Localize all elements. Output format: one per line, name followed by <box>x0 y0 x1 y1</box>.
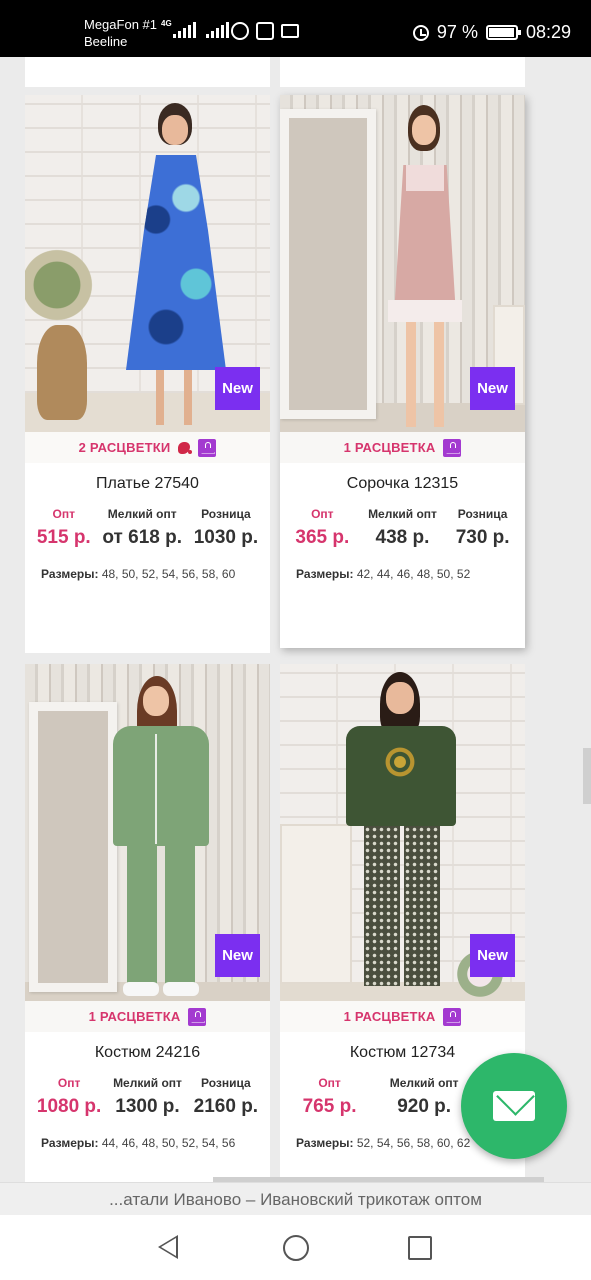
signal-icon-1 <box>173 22 196 38</box>
price-label-opt: Опт <box>52 507 76 521</box>
price-small-opt: от 618 р. <box>102 527 182 548</box>
product-card[interactable]: New 2 РАСЦВЕТКИ Платье 27540 Опт 515 р. … <box>25 95 270 653</box>
new-badge: New <box>215 934 260 977</box>
mail-icon <box>493 1091 535 1121</box>
price-opt: 765 р. <box>302 1096 357 1117</box>
hanger-icon <box>443 438 462 457</box>
hanger-icon <box>188 1007 207 1026</box>
sizes: Размеры: 42, 44, 46, 48, 50, 52 <box>296 567 525 581</box>
price-small-opt: 438 р. <box>375 527 430 548</box>
price-opt: 515 р. <box>36 527 91 548</box>
sizes-list: 48, 50, 52, 54, 56, 58, 60 <box>101 567 236 581</box>
page-title-bar[interactable]: ...атали Иваново – Ивановский трикотаж о… <box>0 1182 591 1215</box>
sizes-label: Размеры: <box>41 567 99 581</box>
product-image[interactable]: New 1 РАСЦВЕТКА <box>280 664 525 1032</box>
price-opt: 1080 р. <box>36 1096 102 1117</box>
sizes: Размеры: 44, 46, 48, 50, 52, 54, 56 <box>41 1136 270 1150</box>
new-badge: New <box>470 367 515 410</box>
status-right: 97 % 08:29 <box>412 22 571 43</box>
model-figure <box>93 674 223 1009</box>
price-label-small-opt: Мелкий опт <box>368 507 437 521</box>
back-icon[interactable] <box>158 1235 178 1259</box>
clock: 08:29 <box>525 22 571 42</box>
carrier-2: Beeline <box>84 34 128 49</box>
price-label-opt: Опт <box>57 1076 81 1090</box>
price-label-opt: Опт <box>311 507 334 521</box>
product-grid: New 2 РАСЦВЕТКИ Платье 27540 Опт 515 р. … <box>0 57 591 1182</box>
viber-icon <box>231 22 249 40</box>
sizes-list: 42, 44, 46, 48, 50, 52 <box>356 567 471 581</box>
signal-icon-2 <box>206 22 229 38</box>
alarm-icon <box>412 24 429 41</box>
product-card[interactable]: New 1 РАСЦВЕТКА Костюм 24216 Опт 1080 р.… <box>25 664 270 1182</box>
product-title[interactable]: Сорочка 12315 <box>280 475 525 497</box>
colors-count: 1 РАСЦВЕТКА <box>88 1009 181 1024</box>
battery-icon <box>485 25 521 40</box>
product-image[interactable]: New 1 РАСЦВЕТКА <box>25 664 270 1032</box>
new-badge: New <box>470 934 515 977</box>
sizes-list: 52, 54, 56, 58, 60, 62 <box>356 1136 471 1150</box>
colors-count: 1 РАСЦВЕТКА <box>343 440 436 455</box>
product-title[interactable]: Костюм 24216 <box>25 1044 270 1066</box>
model-figure <box>380 105 470 445</box>
price-opt: 365 р. <box>295 527 350 548</box>
sizes-label: Размеры: <box>296 1136 354 1150</box>
price-retail: 1030 р. <box>193 527 259 548</box>
price-small-opt: 920 р. <box>397 1096 452 1117</box>
model-figure <box>120 103 230 433</box>
recent-apps-icon[interactable] <box>408 1236 432 1260</box>
colors-link[interactable]: 1 РАСЦВЕТКА <box>25 1001 270 1032</box>
colors-link[interactable]: 1 РАСЦВЕТКА <box>280 432 525 463</box>
price-label-retail: Розница <box>201 507 251 521</box>
price-retail: 730 р. <box>455 527 510 548</box>
mail-status-icon <box>281 24 299 38</box>
vpn-icon <box>256 22 274 40</box>
price-row: Опт 515 р. Мелкий опт от 618 р. Розница … <box>25 507 270 549</box>
product-image[interactable]: New 1 РАСЦВЕТКА <box>280 95 525 463</box>
price-label-small-opt: Мелкий опт <box>113 1076 182 1090</box>
product-title[interactable]: Платье 27540 <box>25 475 270 497</box>
price-small-opt: 1300 р. <box>115 1096 180 1117</box>
new-badge: New <box>215 367 260 410</box>
colors-link[interactable]: 2 РАСЦВЕТКИ <box>25 432 270 463</box>
previous-card-left <box>25 57 270 87</box>
price-label-retail: Розница <box>457 507 508 521</box>
network-type: 4G <box>161 19 172 28</box>
price-row: Опт 1080 р. Мелкий опт 1300 р. Розница 2… <box>25 1076 270 1118</box>
price-label-small-opt: Мелкий опт <box>389 1076 459 1090</box>
sizes-list: 44, 46, 48, 50, 52, 54, 56 <box>101 1136 236 1150</box>
contact-fab-button[interactable] <box>461 1053 567 1159</box>
product-image[interactable]: New 2 РАСЦВЕТКИ <box>25 95 270 463</box>
carrier-info: MegaFon #1 Beeline <box>84 16 157 50</box>
colors-count: 1 РАСЦВЕТКА <box>343 1009 436 1024</box>
price-retail: 2160 р. <box>193 1096 259 1117</box>
previous-card-right <box>280 57 525 87</box>
model-figure <box>342 672 462 1007</box>
price-row: Опт 365 р. Мелкий опт 438 р. Розница 730… <box>280 507 525 549</box>
colors-link[interactable]: 1 РАСЦВЕТКА <box>280 1001 525 1032</box>
sizes: Размеры: 48, 50, 52, 54, 56, 58, 60 <box>41 567 270 581</box>
battery-percent: 97 % <box>436 22 478 42</box>
carrier-1: MegaFon #1 <box>84 17 157 32</box>
splash-icon <box>178 441 193 454</box>
hanger-icon <box>198 438 217 457</box>
hanger-icon <box>443 1007 462 1026</box>
system-nav-bar <box>0 1215 591 1280</box>
product-card[interactable]: New 1 РАСЦВЕТКА Сорочка 12315 Опт 365 р.… <box>280 95 525 648</box>
vertical-scrollbar[interactable] <box>583 748 591 804</box>
sizes-label: Размеры: <box>41 1136 99 1150</box>
sizes-label: Размеры: <box>296 567 354 581</box>
price-label-retail: Розница <box>201 1076 251 1090</box>
status-bar: MegaFon #1 Beeline 4G 97 % 08:29 <box>0 0 591 57</box>
price-label-opt: Опт <box>318 1076 341 1090</box>
price-label-small-opt: Мелкий опт <box>107 507 177 521</box>
home-icon[interactable] <box>283 1235 309 1261</box>
colors-count: 2 РАСЦВЕТКИ <box>78 440 171 455</box>
